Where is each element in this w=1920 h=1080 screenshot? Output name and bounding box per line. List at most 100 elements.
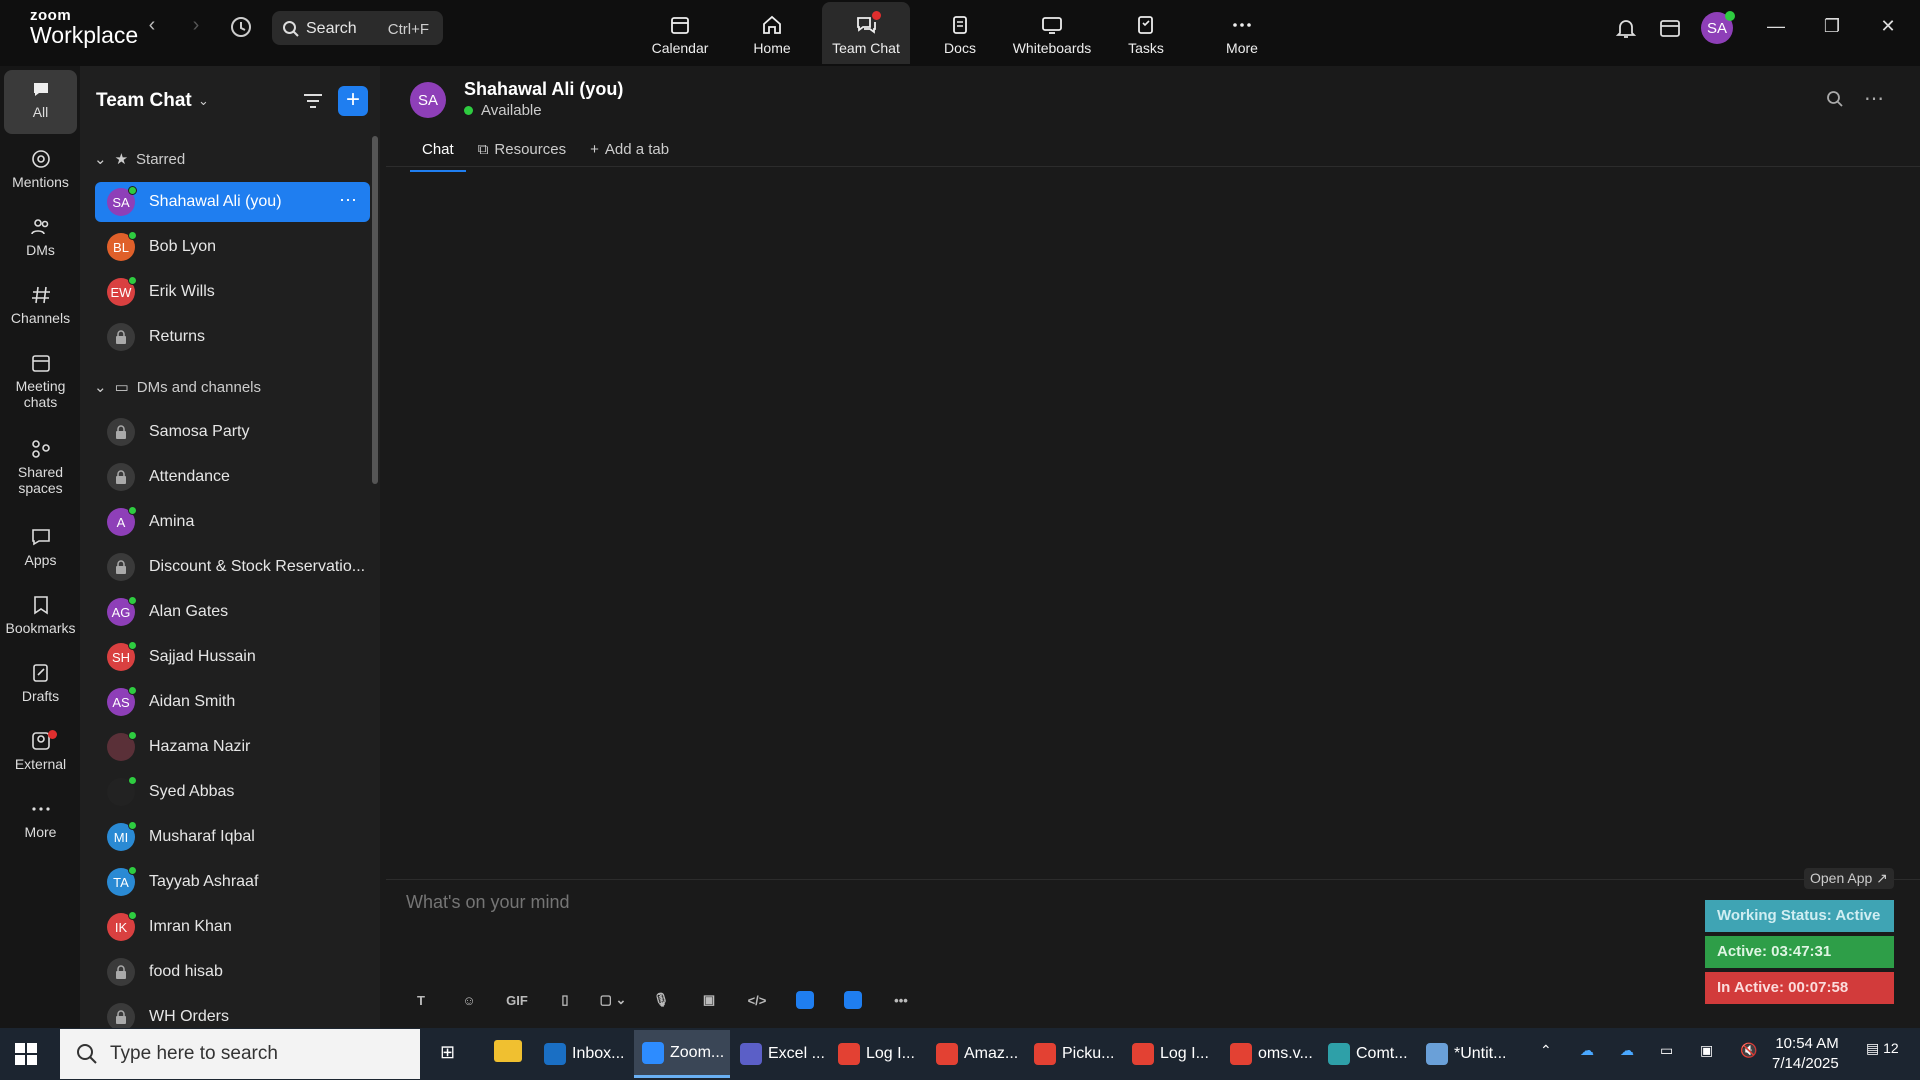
topnav-home[interactable]: Home (736, 2, 808, 64)
filter-icon[interactable] (302, 90, 324, 117)
search-bar[interactable]: Search Ctrl+F (272, 11, 443, 45)
video-icon[interactable]: ▣ (692, 986, 726, 1014)
taskbar-app[interactable]: Log I... (830, 1030, 926, 1078)
file-explorer-icon[interactable] (494, 1040, 522, 1062)
microphone-icon[interactable]: 🎙 (644, 986, 678, 1014)
status-dot (464, 106, 473, 115)
rail-shared-spaces[interactable]: Shared spaces (4, 438, 77, 496)
taskbar-search[interactable]: Type here to search (60, 1029, 420, 1079)
emoji-icon[interactable]: ☺ (452, 986, 486, 1014)
text-format-icon[interactable]: T (404, 986, 438, 1014)
volume-muted-icon[interactable]: 🔇 (1740, 1042, 1757, 1059)
back-arrow-icon[interactable]: ‹ (140, 14, 164, 42)
windows-start-icon[interactable] (14, 1042, 38, 1071)
gif-icon[interactable]: GIF (500, 986, 534, 1014)
message-input[interactable] (406, 892, 1406, 913)
taskbar-app-label: Comt... (1356, 1045, 1408, 1062)
history-icon[interactable] (228, 14, 254, 40)
restore-button[interactable]: ❐ (1820, 16, 1844, 40)
task-view-icon[interactable]: ⊞ (440, 1042, 455, 1063)
list-item[interactable]: Attendance (95, 457, 370, 497)
dms-section-header[interactable]: ⌄ ▭ DMs and channels (94, 378, 261, 397)
list-item[interactable]: Syed Abbas (95, 772, 370, 812)
onedrive-icon-2[interactable]: ☁ (1620, 1042, 1634, 1059)
rail-drafts[interactable]: Drafts (4, 662, 77, 704)
app-icon-blue-2[interactable] (836, 986, 870, 1014)
list-item-label: WH Orders (149, 1008, 229, 1025)
more-dots-icon[interactable]: ••• (884, 986, 918, 1014)
sidebar-scrollbar[interactable] (372, 136, 378, 484)
taskbar-app[interactable]: Picku... (1026, 1030, 1122, 1078)
list-item[interactable]: SH Sajjad Hussain (95, 637, 370, 677)
topnav-tasks[interactable]: Tasks (1110, 2, 1182, 64)
rail-apps[interactable]: Apps (4, 526, 77, 568)
chevron-up-icon[interactable]: ⌃ (1540, 1042, 1552, 1059)
taskbar-app[interactable]: Zoom... (634, 1030, 730, 1078)
new-chat-button[interactable]: + (338, 86, 368, 116)
list-item[interactable]: Discount & Stock Reservatio... (95, 547, 370, 587)
sidebar-title[interactable]: Team Chat (96, 90, 192, 112)
topnav-calendar[interactable]: Calendar (644, 2, 716, 64)
chat-contact-name[interactable]: Shahawal Ali (you) (464, 79, 623, 100)
list-item[interactable]: SA Shahawal Ali (you) ⋯ (95, 182, 370, 222)
lock-icon (107, 323, 135, 351)
list-item-label: Hazama Nazir (149, 738, 251, 755)
taskbar-app[interactable]: *Untit... (1418, 1030, 1514, 1078)
screenshot-icon[interactable]: ▢ ⌄ (596, 986, 630, 1014)
list-item[interactable]: A Amina (95, 502, 370, 542)
starred-section-header[interactable]: ⌄ ★ Starred (94, 150, 185, 169)
minimize-button[interactable]: — (1764, 16, 1788, 40)
file-icon[interactable]: ▯ (548, 986, 582, 1014)
list-item[interactable]: Samosa Party (95, 412, 370, 452)
bell-icon[interactable] (1614, 16, 1638, 40)
chat-list-sidebar: Team Chat ⌄ + ⌄ ★ Starred SA Shahawal Ali… (80, 66, 380, 1031)
chevron-down-icon[interactable]: ⌄ (198, 93, 209, 109)
app-icon-blue[interactable] (788, 986, 822, 1014)
topnav-whiteboards[interactable]: Whiteboards (1008, 2, 1096, 64)
topnav-more[interactable]: More (1206, 2, 1278, 64)
list-item[interactable]: food hisab (95, 952, 370, 992)
system-clock[interactable]: 10:54 AM 7/14/2025 (1772, 1034, 1839, 1074)
onedrive-icon[interactable]: ☁ (1580, 1042, 1594, 1059)
taskbar-app-label: Amaz... (964, 1045, 1019, 1062)
list-item-label: Discount & Stock Reservatio... (149, 558, 366, 575)
list-item[interactable]: AG Alan Gates (95, 592, 370, 632)
list-item[interactable]: IK Imran Khan (95, 907, 370, 947)
list-item[interactable]: AS Aidan Smith (95, 682, 370, 722)
rail-bookmarks[interactable]: Bookmarks (4, 594, 77, 636)
battery-icon[interactable]: ▭ (1660, 1042, 1673, 1059)
taskbar-app[interactable]: Comt... (1320, 1030, 1416, 1078)
rail-more[interactable]: More (4, 798, 77, 840)
calendar-status-icon[interactable] (1658, 16, 1682, 40)
list-item[interactable]: BL Bob Lyon (95, 227, 370, 267)
taskbar-app[interactable]: oms.v... (1222, 1030, 1318, 1078)
network-icon[interactable]: ▣ (1700, 1042, 1713, 1059)
list-item[interactable]: TA Tayyab Ashraaf (95, 862, 370, 902)
list-item[interactable]: MI Musharaf Iqbal (95, 817, 370, 857)
rail-meeting-chats[interactable]: Meeting chats (4, 352, 77, 410)
list-item[interactable]: Hazama Nazir (95, 727, 370, 767)
open-app-link[interactable]: Open App ↗ (1804, 868, 1894, 889)
rail-dms[interactable]: DMs (4, 216, 77, 258)
topnav-docs[interactable]: Docs (924, 2, 996, 64)
rail-channels[interactable]: Channels (4, 284, 77, 326)
search-icon[interactable] (1826, 90, 1844, 113)
notifications-icon[interactable]: ▤ 12 (1866, 1040, 1899, 1057)
more-options-icon[interactable]: ⋯ (1864, 86, 1884, 111)
list-item[interactable]: Returns (95, 317, 370, 357)
rail-all[interactable]: All (4, 70, 77, 134)
code-icon[interactable]: </> (740, 986, 774, 1014)
taskbar-app[interactable]: Excel ... (732, 1030, 828, 1078)
chevron-down-icon: ⌄ (94, 151, 107, 168)
taskbar-app[interactable]: Amaz... (928, 1030, 1024, 1078)
taskbar-app[interactable]: Log I... (1124, 1030, 1220, 1078)
rail-mentions[interactable]: Mentions (4, 148, 77, 190)
close-button[interactable]: ✕ (1876, 16, 1900, 40)
rail-external[interactable]: External (4, 730, 77, 772)
taskbar-app[interactable]: Inbox... (536, 1030, 632, 1078)
list-item[interactable]: EW Erik Wills (95, 272, 370, 312)
more-options-icon[interactable]: ⋯ (339, 190, 358, 211)
topnav-team-chat[interactable]: Team Chat (822, 2, 910, 64)
list-item-label: food hisab (149, 963, 223, 980)
forward-arrow-icon[interactable]: › (184, 14, 208, 42)
